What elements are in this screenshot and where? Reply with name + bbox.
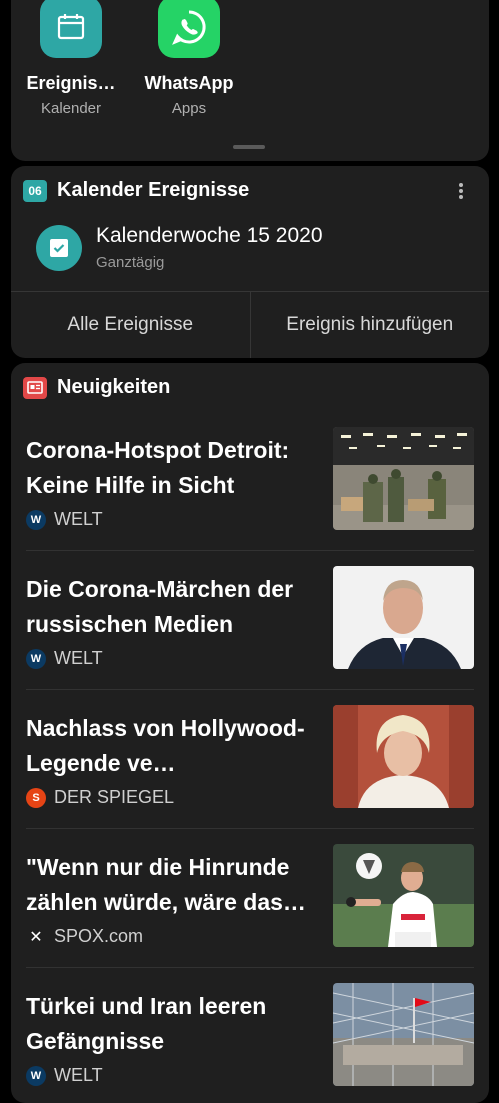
calendar-event[interactable]: Kalenderwoche 15 2020 Ganztägig [36,224,323,271]
article-title: Türkei und Iran leeren Gefängnisse [26,993,267,1054]
app-category: Kalender [40,100,102,117]
article-title: Corona-Hotspot Detroit: Keine Hilfe in S… [26,437,290,498]
source-name: WELT [54,648,103,668]
news-article[interactable]: Corona-Hotspot Detroit: Keine Hilfe in S… [11,411,489,550]
app-shortcut-calendar[interactable]: Ereignis… Kalender [11,0,131,117]
news-widget: Neuigkeiten Corona-Hotspot Detroit: Kein… [11,363,489,1103]
news-article[interactable]: Die Corona-Märchen der russischen Medien… [11,550,489,689]
add-event-button[interactable]: Ereignis hinzufügen [249,292,490,358]
divider [26,550,474,551]
divider [26,967,474,968]
article-title: Die Corona-Märchen der russischen Medien [26,576,294,637]
welt-logo-icon: W [26,1065,46,1086]
divider [26,828,474,829]
article-thumbnail [333,983,474,1086]
source-name: DER SPIEGEL [54,787,175,807]
welt-logo-icon: W [26,648,46,669]
welt-logo-icon: W [26,509,46,530]
whatsapp-icon [158,0,220,58]
app-suggestions-card: Ereignis… Kalender WhatsApp Apps [11,0,489,161]
widget-header: Neuigkeiten [23,376,170,399]
event-check-icon [36,224,82,271]
calendar-events-widget: 06 Kalender Ereignisse Kalenderwoche 15 … [11,166,489,358]
drag-handle[interactable] [233,145,265,149]
spiegel-logo-icon: S [26,787,46,808]
article-source: W WELT [26,509,103,530]
article-title: Nachlass von Hollywood-Legende ve… [26,715,305,776]
article-thumbnail [333,705,474,808]
more-options-icon[interactable] [451,180,471,202]
source-name: WELT [54,1065,103,1085]
app-category: Apps [171,100,207,117]
calendar-icon [40,0,102,58]
news-icon [23,376,47,399]
widget-title: Kalender Ereignisse [57,179,250,201]
event-time: Ganztägig [96,254,165,271]
calendar-date-badge: 06 [23,179,47,202]
app-shortcut-whatsapp[interactable]: WhatsApp Apps [129,0,249,117]
article-source: W WELT [26,1065,103,1086]
app-name: Ereignis… [26,73,116,93]
app-name: WhatsApp [144,73,234,93]
source-name: WELT [54,509,103,529]
article-source: ✕ SPOX.com [26,926,143,947]
article-thumbnail [333,844,474,947]
news-article[interactable]: "Wenn nur die Hinrunde zählen würde, wär… [11,828,489,967]
widget-header: 06 Kalender Ereignisse [23,179,249,202]
article-source: S DER SPIEGEL [26,787,174,808]
calendar-actions: Alle Ereignisse Ereignis hinzufügen [11,291,489,358]
all-events-button[interactable]: Alle Ereignisse [11,292,250,358]
spox-logo-icon: ✕ [29,928,43,946]
article-source: W WELT [26,648,103,669]
article-title: "Wenn nur die Hinrunde zählen würde, wär… [26,854,306,915]
source-name: SPOX.com [54,926,144,946]
article-thumbnail [333,566,474,669]
divider [26,689,474,690]
event-title: Kalenderwoche 15 2020 [96,224,323,247]
article-thumbnail [333,427,474,530]
widget-title: Neuigkeiten [57,376,171,398]
news-article[interactable]: Türkei und Iran leeren Gefängnisse W WEL… [11,967,489,1103]
news-article[interactable]: Nachlass von Hollywood-Legende ve… S DER… [11,689,489,828]
